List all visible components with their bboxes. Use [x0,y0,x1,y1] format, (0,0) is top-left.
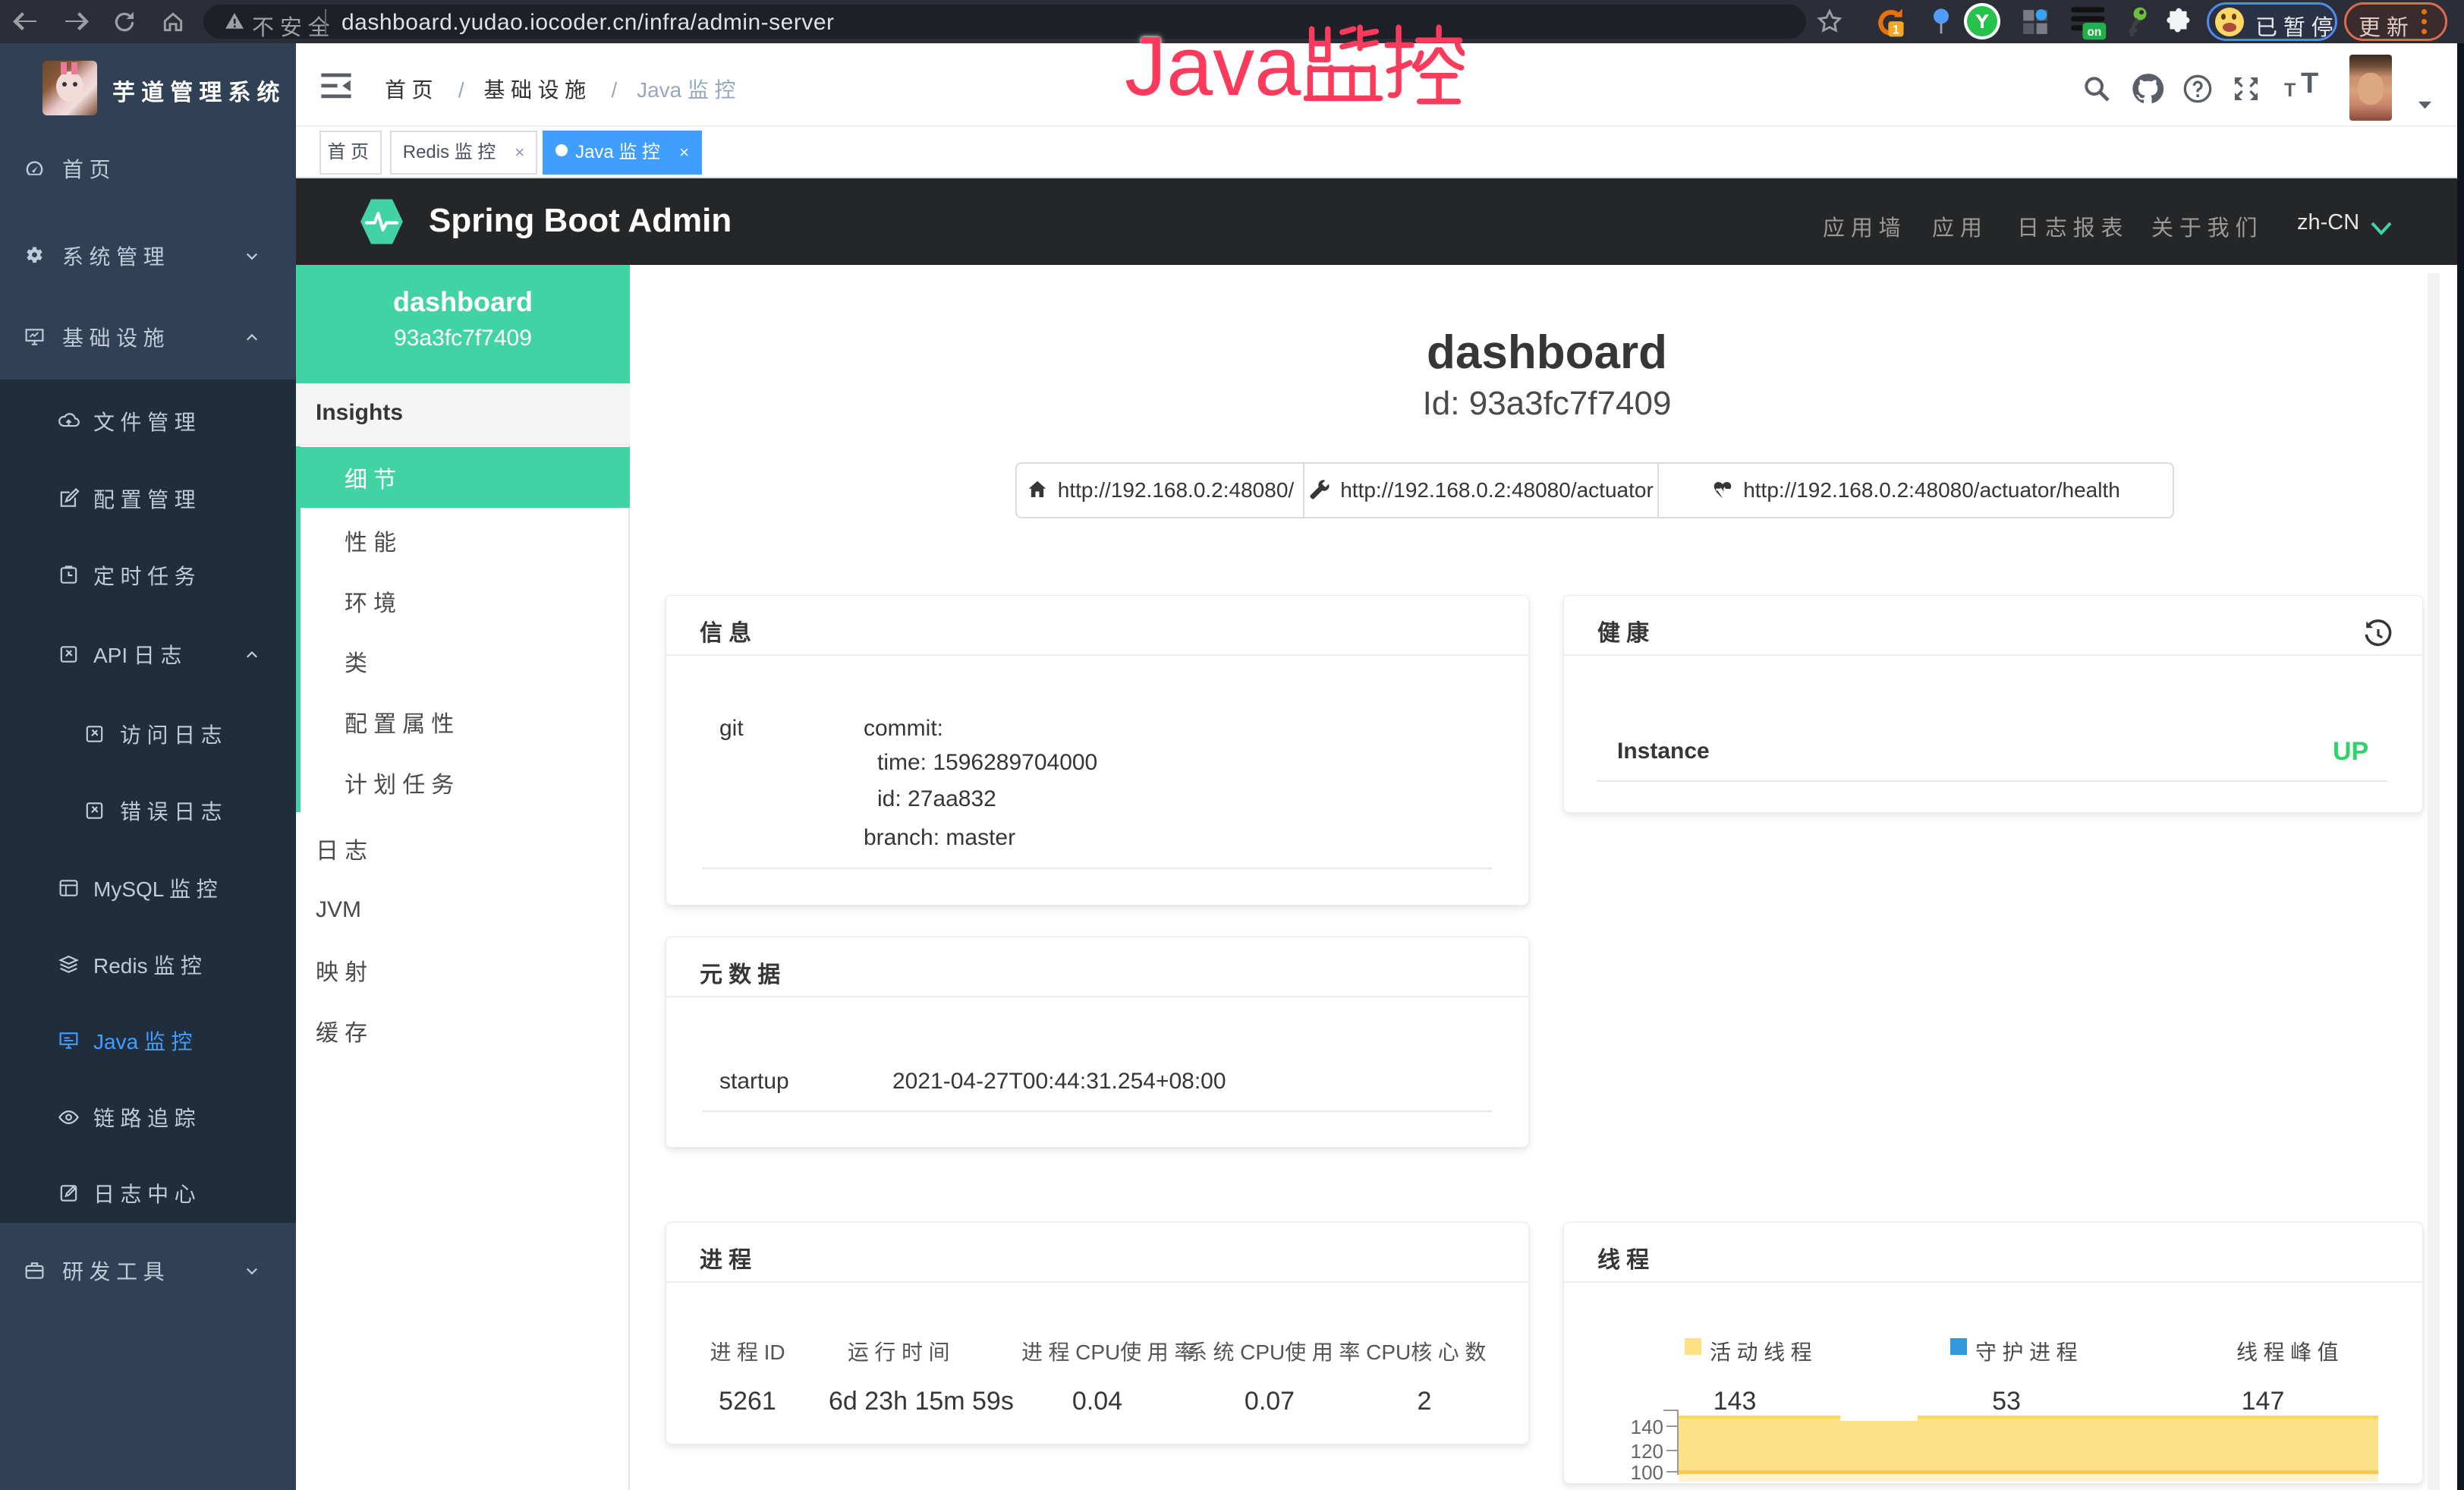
svg-text:1: 1 [1893,24,1899,37]
svg-text:on: on [2087,26,2101,39]
